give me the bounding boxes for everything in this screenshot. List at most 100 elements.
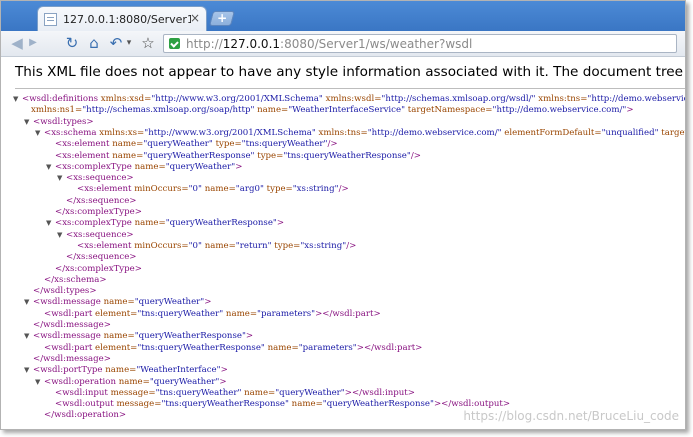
url-host: 127.0.0.1 bbox=[222, 36, 281, 51]
xml-attr-value: "tns:queryWeather" bbox=[137, 308, 224, 319]
xml-attr-name: name= bbox=[254, 105, 289, 116]
xml-attr-value: "http://schemas.xmlsoap.org/soap/http" bbox=[82, 105, 255, 116]
browser-window: 127.0.0.1:8080/Server1/ws/w × + ◀ ▶ ↻ ⌂ … bbox=[0, 0, 686, 430]
new-tab-button[interactable]: + bbox=[208, 11, 236, 26]
xml-attr-value: "unqualified" bbox=[601, 127, 659, 138]
xml-line: </wsdl:message> bbox=[24, 354, 111, 365]
xml-line: </wsdl:operation> bbox=[35, 410, 126, 421]
xml-attr-name: name= bbox=[100, 331, 135, 342]
bookmark-star-icon[interactable]: ☆ bbox=[139, 34, 157, 52]
xml-tag: </wsdl:operation> bbox=[44, 410, 127, 421]
xml-attr-name: targetNamespace= bbox=[405, 105, 493, 116]
xml-attr-value: "arg0" bbox=[235, 184, 264, 195]
collapse-triangle-icon[interactable]: ▼ bbox=[57, 173, 66, 184]
xml-attr-name: name= bbox=[201, 240, 236, 251]
xml-line: ▼ <xs:schema xmlns:xs="http://www.w3.org/… bbox=[35, 127, 685, 139]
xml-tag: <xs:element bbox=[55, 150, 110, 161]
xml-line: xmlns:ns1="http://schemas.xmlsoap.org/so… bbox=[22, 105, 634, 116]
xml-line: <wsdl:input message="tns:queryWeather" n… bbox=[46, 388, 415, 399]
xml-attr-name: name= bbox=[131, 161, 166, 172]
xml-attr-name: xmlns:tns= bbox=[535, 94, 588, 104]
xml-tag: </xs:sequence> bbox=[66, 195, 137, 206]
security-shield-icon bbox=[169, 38, 180, 49]
xml-tag: </xs:schema> bbox=[44, 274, 107, 285]
browser-tab[interactable]: 127.0.0.1:8080/Server1/ws/w × bbox=[37, 6, 207, 31]
collapse-triangle-icon[interactable]: ▼ bbox=[24, 117, 33, 128]
undo-dropdown-icon[interactable]: ▾ bbox=[124, 34, 134, 52]
xml-tag: > bbox=[235, 161, 243, 172]
xml-attr-value: "queryWeather" bbox=[165, 161, 236, 172]
collapse-triangle-icon[interactable]: ▼ bbox=[57, 230, 66, 241]
xml-attr-value: "http://www.w3.org/2001/XMLSchema" bbox=[144, 127, 316, 138]
reload-icon[interactable]: ↻ bbox=[63, 34, 81, 52]
xml-attr-value: "tns:queryWeatherResponse" bbox=[283, 150, 411, 161]
undo-icon[interactable]: ↶ bbox=[107, 34, 125, 52]
collapse-triangle-icon[interactable]: ▼ bbox=[24, 331, 33, 342]
xml-tag: > bbox=[276, 218, 285, 229]
xml-line: ▼ <wsdl:portType name="WeatherInterface"> bbox=[24, 365, 228, 376]
xml-tag: <xs:sequence> bbox=[66, 229, 134, 240]
xml-attr-name: xmlns:xsd= bbox=[98, 94, 152, 104]
xml-tag: > bbox=[245, 331, 254, 342]
xml-tag: /> bbox=[338, 184, 349, 195]
xml-attr-name: type= bbox=[271, 240, 301, 251]
xml-tag: /> bbox=[327, 139, 338, 150]
xml-attr-value: "return" bbox=[235, 240, 272, 251]
back-icon[interactable]: ◀ bbox=[8, 34, 26, 52]
xml-attr-value: "0" bbox=[188, 184, 202, 195]
collapse-triangle-icon[interactable]: ▼ bbox=[46, 162, 55, 173]
xml-line: </xs:complexType> bbox=[46, 264, 142, 275]
xml-tag: <wsdl:message bbox=[33, 331, 101, 342]
xml-line: <wsdl:part element="tns:queryWeather" na… bbox=[35, 309, 381, 320]
xml-attr-value: "parameters" bbox=[257, 308, 316, 319]
url-path: :8080/Server1/ws/weather?wsdl bbox=[280, 36, 473, 51]
collapse-triangle-icon[interactable]: ▼ bbox=[35, 377, 44, 388]
xml-attr-name: message= bbox=[107, 387, 156, 398]
xml-line: ▼ <wsdl:definitions xmlns:xsd="http://www… bbox=[13, 94, 685, 105]
xml-tag: <wsdl:definitions bbox=[22, 94, 99, 104]
xml-attr-name: xmlns:xs= bbox=[96, 127, 145, 138]
collapse-triangle-icon[interactable]: ▼ bbox=[46, 218, 55, 229]
xml-attr-name: xmlns:ns1= bbox=[31, 105, 83, 116]
xml-line: ▼ <wsdl:types> bbox=[24, 117, 94, 128]
xml-attr-name: name= bbox=[100, 297, 135, 308]
xml-attr-name: name= bbox=[241, 387, 276, 398]
toolbar: ◀ ▶ ↻ ⌂ ↶ ▾ ☆ http://127.0.0.1:8080/Serv… bbox=[1, 31, 685, 57]
xml-tag: <xs:element bbox=[77, 240, 132, 251]
xml-attr-name: type= bbox=[263, 184, 293, 195]
xml-tag: </wsdl:types> bbox=[33, 286, 97, 297]
xml-tag: /> bbox=[410, 150, 421, 161]
xml-tag: > bbox=[220, 365, 228, 376]
xml-attr-value: "xs:string" bbox=[300, 240, 347, 251]
close-tab-icon[interactable]: × bbox=[190, 12, 200, 24]
xml-tag: <wsdl:message bbox=[33, 297, 101, 308]
address-bar[interactable]: http://127.0.0.1:8080/Server1/ws/weather… bbox=[163, 34, 677, 53]
collapse-triangle-icon[interactable]: ▼ bbox=[24, 297, 33, 308]
collapse-triangle-icon[interactable]: ▼ bbox=[35, 128, 44, 139]
forward-icon[interactable]: ▶ bbox=[28, 34, 38, 52]
xml-attr-value: "http://demo.webservice.com/" bbox=[587, 94, 685, 104]
xml-tag: <xs:complexType bbox=[55, 218, 132, 229]
xml-attr-name: type= bbox=[254, 150, 284, 161]
xml-attr-name: name= bbox=[288, 399, 323, 410]
xml-attr-name: minOccurs= bbox=[131, 240, 189, 251]
xml-attr-name: name= bbox=[201, 184, 236, 195]
xml-line: ▼ <wsdl:operation name="queryWeather"> bbox=[35, 377, 227, 388]
xml-attr-value: "queryWeather" bbox=[149, 376, 220, 387]
xml-attr-value: "xs:string" bbox=[292, 184, 339, 195]
xml-attr-name: targetNamespace= bbox=[661, 127, 685, 138]
xml-tag: /> bbox=[346, 240, 357, 251]
xml-attr-name: message= bbox=[113, 399, 162, 410]
xml-tag: <wsdl:operation bbox=[44, 376, 117, 387]
xml-attr-value: "parameters" bbox=[298, 342, 357, 353]
url-scheme: http:// bbox=[186, 36, 223, 51]
xml-tag: </xs:complexType> bbox=[55, 263, 142, 274]
collapse-triangle-icon[interactable]: ▼ bbox=[13, 94, 22, 105]
xml-tag: > bbox=[219, 376, 227, 387]
xml-attr-value: "queryWeatherResponse" bbox=[165, 218, 277, 229]
home-icon[interactable]: ⌂ bbox=[85, 34, 103, 52]
collapse-triangle-icon[interactable]: ▼ bbox=[24, 365, 33, 376]
xml-attr-name: name= bbox=[116, 376, 150, 387]
xml-attr-value: "WeatherInterface" bbox=[136, 365, 221, 376]
xml-tag: <wsdl:part bbox=[44, 308, 93, 319]
